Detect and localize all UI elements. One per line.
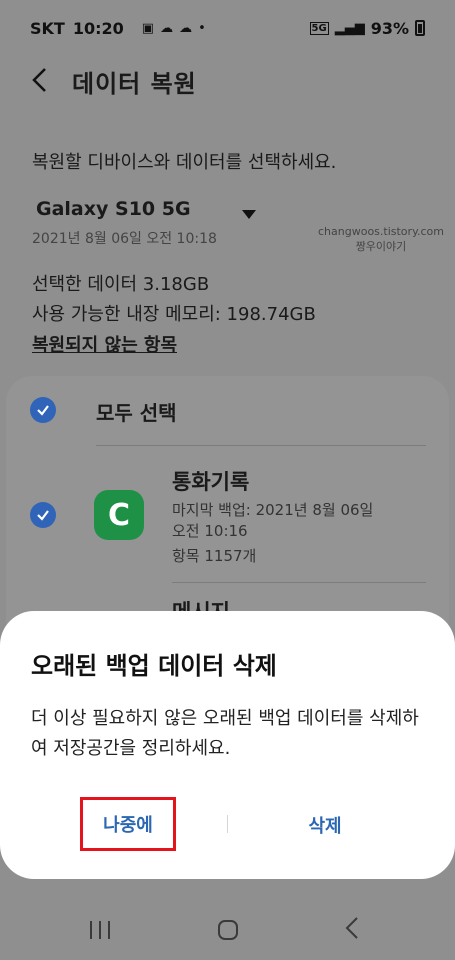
status-left: SKT 10:20 ▣ ☁ ☁ • bbox=[30, 19, 206, 38]
call-log-checkbox[interactable] bbox=[30, 502, 56, 528]
app-bar: 데이터 복원 bbox=[0, 56, 455, 106]
cloud-upload-icon: ☁ bbox=[179, 20, 193, 36]
selected-data-size: 선택한 데이터 3.18GB bbox=[32, 274, 210, 295]
chevron-left-icon bbox=[32, 68, 46, 92]
dropdown-arrow-icon[interactable] bbox=[242, 210, 256, 219]
battery-icon bbox=[415, 20, 425, 36]
device-backup-date: 2021년 8월 06일 오전 10:18 bbox=[32, 231, 217, 247]
not-restored-items-link[interactable]: 복원되지 않는 항목 bbox=[32, 331, 177, 357]
select-all-checkbox[interactable] bbox=[30, 397, 56, 423]
later-button[interactable]: 나중에 bbox=[80, 797, 176, 851]
phone-app-icon: C bbox=[94, 490, 144, 540]
status-right: 5G ▂▄▆ 93% bbox=[309, 18, 425, 38]
network-type-icon: 5G bbox=[309, 21, 329, 35]
delete-button[interactable]: 삭제 bbox=[288, 805, 362, 845]
button-divider bbox=[227, 815, 228, 833]
signal-icon: ▂▄▆ bbox=[334, 20, 365, 36]
instruction-text: 복원할 디바이스와 데이터를 선택하세요. bbox=[32, 152, 337, 173]
watermark: changwoos.tistory.com 짱우이야기 bbox=[318, 224, 444, 254]
back-button[interactable] bbox=[24, 64, 56, 96]
recent-apps-icon[interactable] bbox=[90, 921, 110, 939]
carrier-label: SKT bbox=[30, 18, 65, 38]
list-item-backup-date: 마지막 백업: 2021년 8월 06일 bbox=[172, 501, 374, 519]
watermark-name: 짱우이야기 bbox=[355, 240, 407, 253]
battery-percentage: 93% bbox=[370, 18, 409, 38]
cloud-sync-icon: ☁ bbox=[160, 20, 174, 36]
back-nav-icon[interactable] bbox=[345, 914, 359, 947]
list-item-backup-time: 오전 10:16 bbox=[172, 522, 248, 540]
checkmark-icon bbox=[37, 405, 49, 416]
gallery-icon: ▣ bbox=[141, 20, 155, 36]
device-selector[interactable]: Galaxy S10 5G bbox=[36, 198, 191, 220]
dialog-message: 더 이상 필요하지 않은 오래된 백업 데이터를 삭제하여 저장공간을 정리하세… bbox=[31, 708, 419, 759]
dot-icon: • bbox=[198, 20, 206, 36]
divider bbox=[96, 445, 426, 446]
status-bar: SKT 10:20 ▣ ☁ ☁ • 5G ▂▄▆ 93% bbox=[0, 0, 455, 56]
phone-icon: C bbox=[107, 497, 131, 533]
list-item-count: 항목 1157개 bbox=[172, 547, 257, 565]
home-icon[interactable] bbox=[218, 920, 238, 940]
checkmark-icon bbox=[37, 510, 49, 521]
notification-icons: ▣ ☁ ☁ • bbox=[142, 21, 206, 36]
dialog-title: 오래된 백업 데이터 삭제 bbox=[31, 652, 277, 680]
navigation-bar bbox=[0, 900, 455, 960]
list-item-title[interactable]: 통화기록 bbox=[172, 466, 249, 496]
watermark-url: changwoos.tistory.com bbox=[318, 225, 444, 238]
clock: 10:20 bbox=[72, 18, 124, 38]
available-memory: 사용 가능한 내장 메모리: 198.74GB bbox=[32, 304, 316, 325]
page-title: 데이터 복원 bbox=[72, 70, 197, 98]
select-all-label[interactable]: 모두 선택 bbox=[96, 397, 177, 426]
divider bbox=[172, 582, 426, 583]
